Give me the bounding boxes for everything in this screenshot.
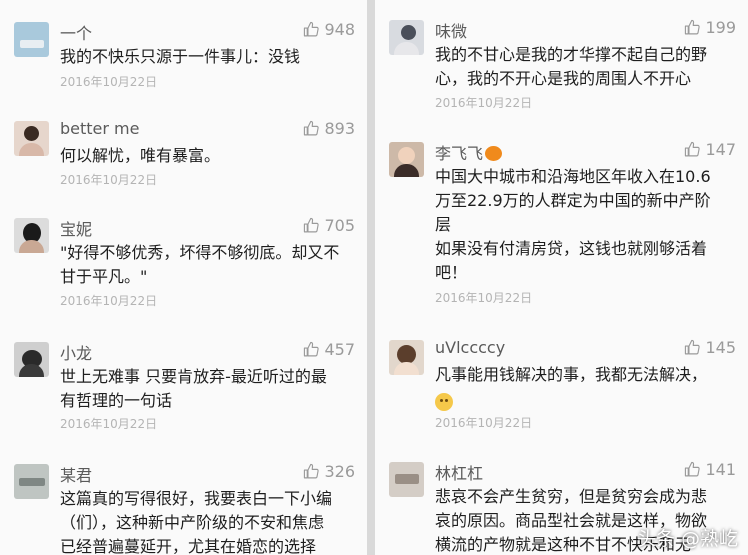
comment-text: 中国大中城市和沿海地区年收入在10.6 万至22.9万的人群定为中国的新中产阶 … xyxy=(435,167,711,282)
thumbs-up-icon xyxy=(685,339,701,355)
avatar[interactable] xyxy=(14,121,49,156)
comment-text: 世上无难事 只要肯放弃-最近听过的最 有哲理的一句话 xyxy=(60,367,327,410)
username[interactable]: 李飞飞 xyxy=(435,140,503,164)
thumbs-up-icon xyxy=(685,141,701,157)
timestamp: 2016年10月22日 xyxy=(60,173,158,187)
like-count: 457 xyxy=(324,340,355,359)
comment-column-left: 一个 948 我的不快乐只源于一件事儿：没钱 2016年10月22日 bette… xyxy=(0,0,367,555)
like-button[interactable]: 199 xyxy=(684,18,736,37)
comment-text: 这篇真的写得很好，我要表白一下小编 （们），这种新中产阶级的不安和焦虑 已经普遍… xyxy=(60,489,333,555)
like-button[interactable]: 141 xyxy=(684,460,736,479)
avatar[interactable] xyxy=(14,464,49,499)
comment-text: "好得不够优秀，坏得不够彻底。却又不 甘于平凡。" xyxy=(60,243,340,286)
like-count: 145 xyxy=(705,338,736,357)
comment-text: 我的不甘心是我的才华撑不起自己的野 心，我的不开心是我的周围人不开心 xyxy=(435,45,708,88)
like-count: 199 xyxy=(705,18,736,37)
thumbs-up-icon xyxy=(304,120,320,136)
avatar[interactable] xyxy=(14,218,49,253)
thumbs-up-icon xyxy=(304,217,320,233)
smiley-emoji-icon xyxy=(435,393,453,411)
timestamp: 2016年10月22日 xyxy=(60,417,158,431)
timestamp: 2016年10月22日 xyxy=(60,75,158,89)
like-count: 705 xyxy=(324,216,355,235)
thumbs-up-icon xyxy=(685,19,701,35)
like-count: 948 xyxy=(324,20,355,39)
thumbs-up-icon xyxy=(304,463,320,479)
comment-text-body: 凡事能用钱解决的事，我都无法解决， xyxy=(435,365,708,384)
timestamp: 2016年10月22日 xyxy=(435,416,533,430)
username[interactable]: 林杠杠 xyxy=(435,460,483,484)
like-button[interactable]: 326 xyxy=(303,462,355,481)
username[interactable]: 小龙 xyxy=(60,340,92,364)
thumbs-up-icon xyxy=(685,461,701,477)
watermark: 头条 @熟屹 xyxy=(636,528,738,550)
username[interactable]: 一个 xyxy=(60,20,92,44)
username[interactable]: 宝妮 xyxy=(60,216,92,240)
username[interactable]: 味微 xyxy=(435,18,467,42)
like-button[interactable]: 145 xyxy=(684,338,736,357)
thumbs-up-icon xyxy=(304,21,320,37)
comment-text: 何以解忧，唯有暴富。 xyxy=(60,146,221,165)
pumpkin-icon xyxy=(485,146,503,161)
comment-text: 凡事能用钱解决的事，我都无法解决， xyxy=(435,363,707,415)
username[interactable]: better me xyxy=(60,119,139,138)
comment-column-right: 味微 199 我的不甘心是我的才华撑不起自己的野 心，我的不开心是我的周围人不开… xyxy=(375,0,748,555)
timestamp: 2016年10月22日 xyxy=(60,294,158,308)
username[interactable]: uVlccccy xyxy=(435,338,505,357)
like-count: 141 xyxy=(705,460,736,479)
avatar[interactable] xyxy=(389,20,424,55)
timestamp: 2016年10月22日 xyxy=(435,291,533,305)
thumbs-up-icon xyxy=(304,341,320,357)
like-count: 147 xyxy=(705,140,736,159)
like-button[interactable]: 948 xyxy=(303,20,355,39)
comment-text: 我的不快乐只源于一件事儿：没钱 xyxy=(60,47,301,66)
avatar[interactable] xyxy=(14,22,49,57)
like-button[interactable]: 705 xyxy=(303,216,355,235)
like-button[interactable]: 147 xyxy=(684,140,736,159)
avatar[interactable] xyxy=(389,340,424,375)
username[interactable]: 某君 xyxy=(60,462,92,486)
like-button[interactable]: 893 xyxy=(303,119,355,138)
like-button[interactable]: 457 xyxy=(303,340,355,359)
username-text: 李飞飞 xyxy=(435,144,484,163)
avatar[interactable] xyxy=(389,142,424,177)
avatar[interactable] xyxy=(389,462,424,497)
like-count: 326 xyxy=(324,462,355,481)
like-count: 893 xyxy=(324,119,355,138)
avatar[interactable] xyxy=(14,342,49,377)
timestamp: 2016年10月22日 xyxy=(435,96,533,110)
